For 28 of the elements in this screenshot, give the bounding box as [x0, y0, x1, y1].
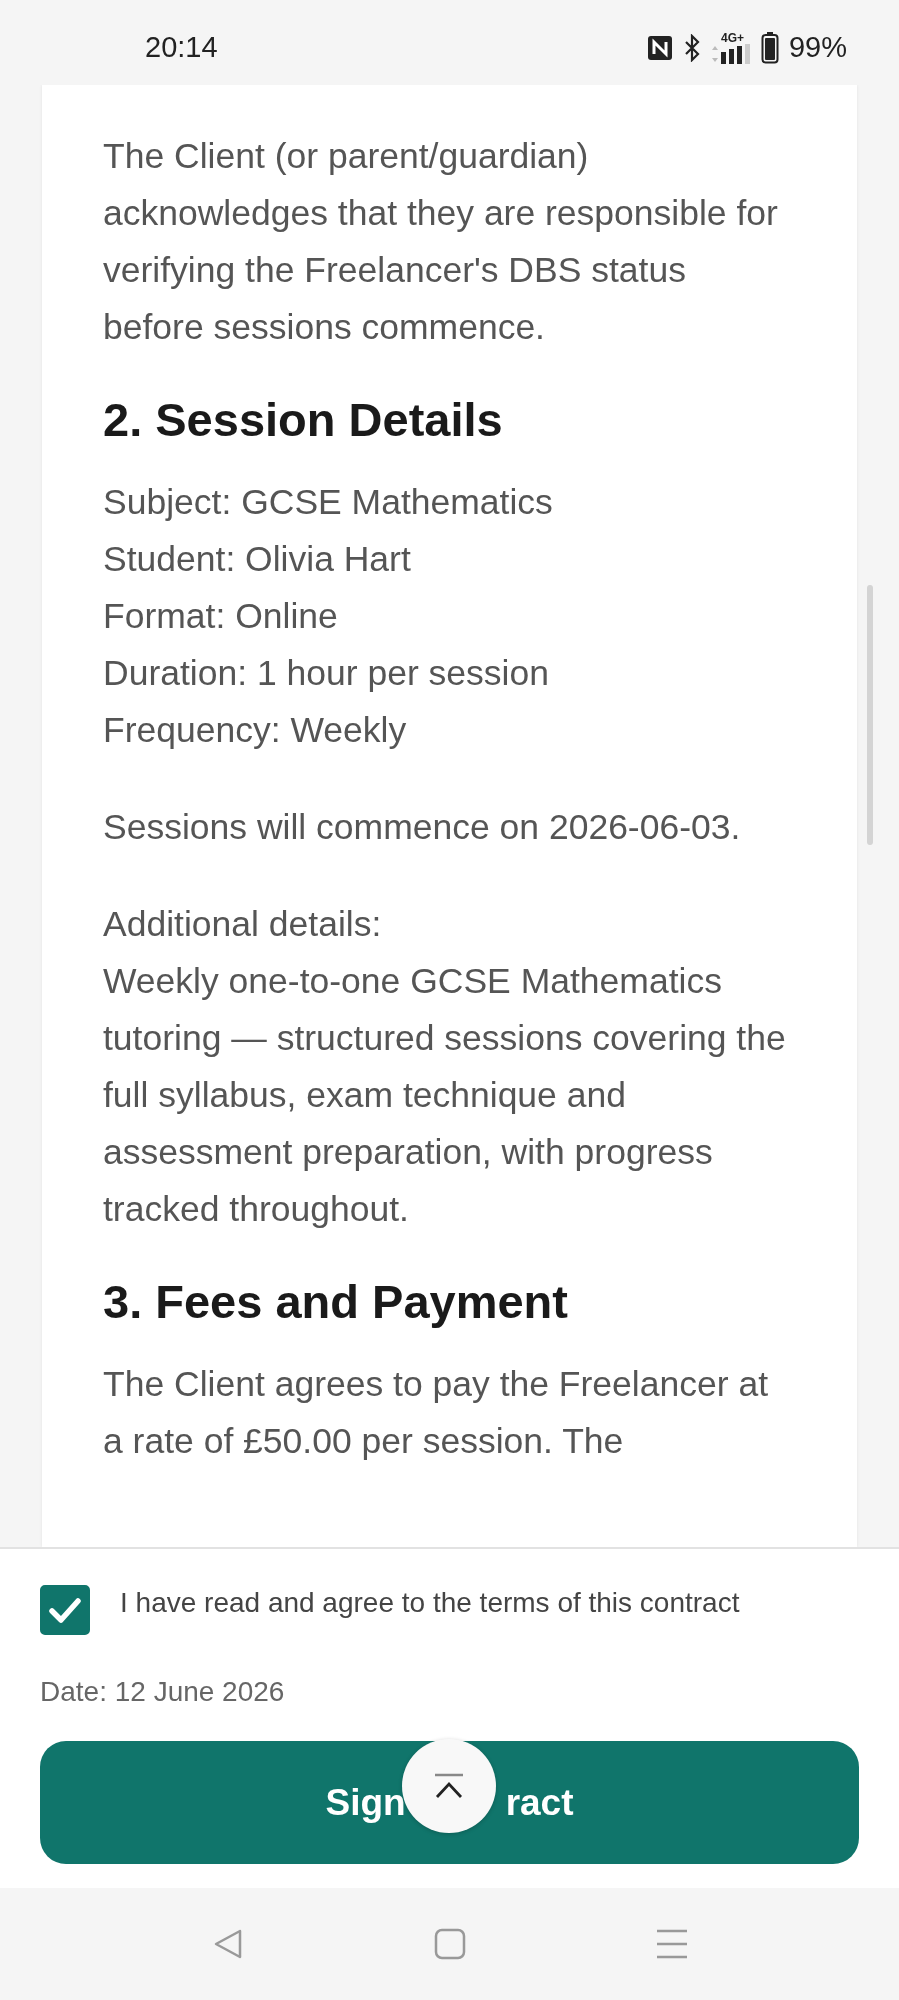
signal-icon [720, 43, 751, 64]
signature-date: Date: 12 June 2026 [40, 1675, 286, 1709]
network-type: 4G+ [720, 31, 744, 44]
contract-paragraph: Sessions will commence on 2026-06-03. [103, 806, 742, 849]
clock-time: 20:14 [145, 29, 218, 65]
contract-paragraph: The Client (or parent/guardian) acknowledges that they are responsible for verifying the Freelancer's DBS status before sessions commence. [103, 135, 779, 349]
check-icon [48, 1596, 82, 1624]
battery-percent: 99% [788, 29, 847, 65]
detail-line: Additional details: [103, 903, 383, 946]
detail-line: Subject: GCSE Mathematics [103, 481, 554, 524]
nfc-icon [646, 34, 673, 61]
section-heading: 2. Session Details [103, 396, 504, 444]
menu-icon[interactable] [655, 1928, 688, 1960]
detail-line: Weekly one-to-one GCSE Mathematics tutoring — structured sessions covering the full syllabus, exam technique and assessment preparation, with progress tracked throughout. [103, 960, 787, 1231]
detail-line: Format: Online [103, 595, 339, 638]
detail-line: Duration: 1 hour per session [103, 652, 550, 695]
scrollbar[interactable] [867, 585, 873, 845]
detail-line: Student: Olivia Hart [103, 538, 412, 581]
detail-line: Frequency: Weekly [103, 709, 408, 752]
sign-contract-button[interactable]: Sign ract [40, 1741, 859, 1864]
battery-icon [760, 31, 779, 64]
agree-label: I have read and agree to the terms of this contract [120, 1586, 740, 1620]
scroll-top-icon [432, 1772, 466, 1800]
section-heading: 3. Fees and Payment [103, 1278, 569, 1326]
bluetooth-icon [682, 33, 701, 62]
home-icon[interactable] [433, 1928, 466, 1960]
agree-checkbox[interactable] [40, 1585, 90, 1635]
contract-paragraph: The Client agrees to pay the Freelancer at a rate of £50.00 per session. The [103, 1363, 769, 1463]
